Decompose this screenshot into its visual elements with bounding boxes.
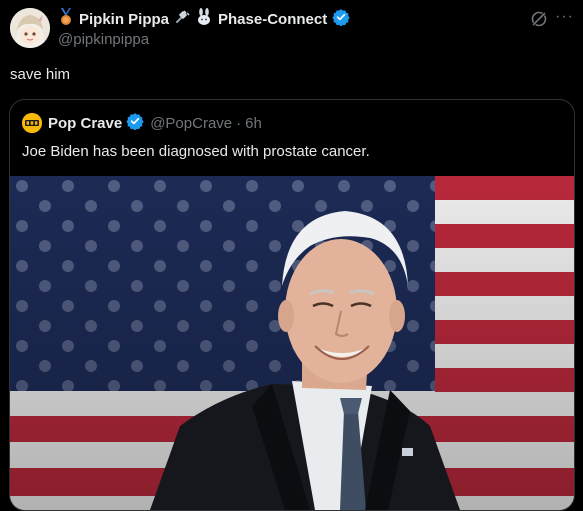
rabbit-icon xyxy=(195,7,213,31)
quoted-media-photo[interactable] xyxy=(10,176,574,510)
quoted-handle[interactable]: @PopCrave xyxy=(150,115,232,132)
author-name[interactable]: Pipkin Pippa xyxy=(79,11,169,28)
plug-icon xyxy=(174,9,190,30)
author-handle[interactable]: @pipkinpippa xyxy=(58,31,149,48)
quoted-separator: · xyxy=(236,114,242,132)
quoted-text: Joe Biden has been diagnosed with prosta… xyxy=(22,143,370,160)
grok-icon[interactable] xyxy=(530,10,548,28)
quoted-name[interactable]: Pop Crave xyxy=(48,115,122,132)
verified-badge-icon xyxy=(332,8,350,31)
author-affiliation[interactable]: Phase-Connect xyxy=(218,11,327,28)
quoted-header: Pop Crave @PopCrave · 6h xyxy=(22,112,262,134)
quoted-avatar[interactable] xyxy=(22,113,42,133)
quoted-post[interactable]: Pop Crave @PopCrave · 6h Joe Biden has b… xyxy=(9,99,575,511)
medal-icon xyxy=(58,7,74,31)
more-icon[interactable]: ··· xyxy=(555,8,574,26)
quoted-timestamp[interactable]: 6h xyxy=(245,115,262,132)
post-text: save him xyxy=(10,66,71,83)
author-header: Pipkin Pippa Phase-Connect xyxy=(58,7,350,31)
author-avatar[interactable] xyxy=(10,8,50,48)
verified-badge-icon xyxy=(126,112,144,135)
